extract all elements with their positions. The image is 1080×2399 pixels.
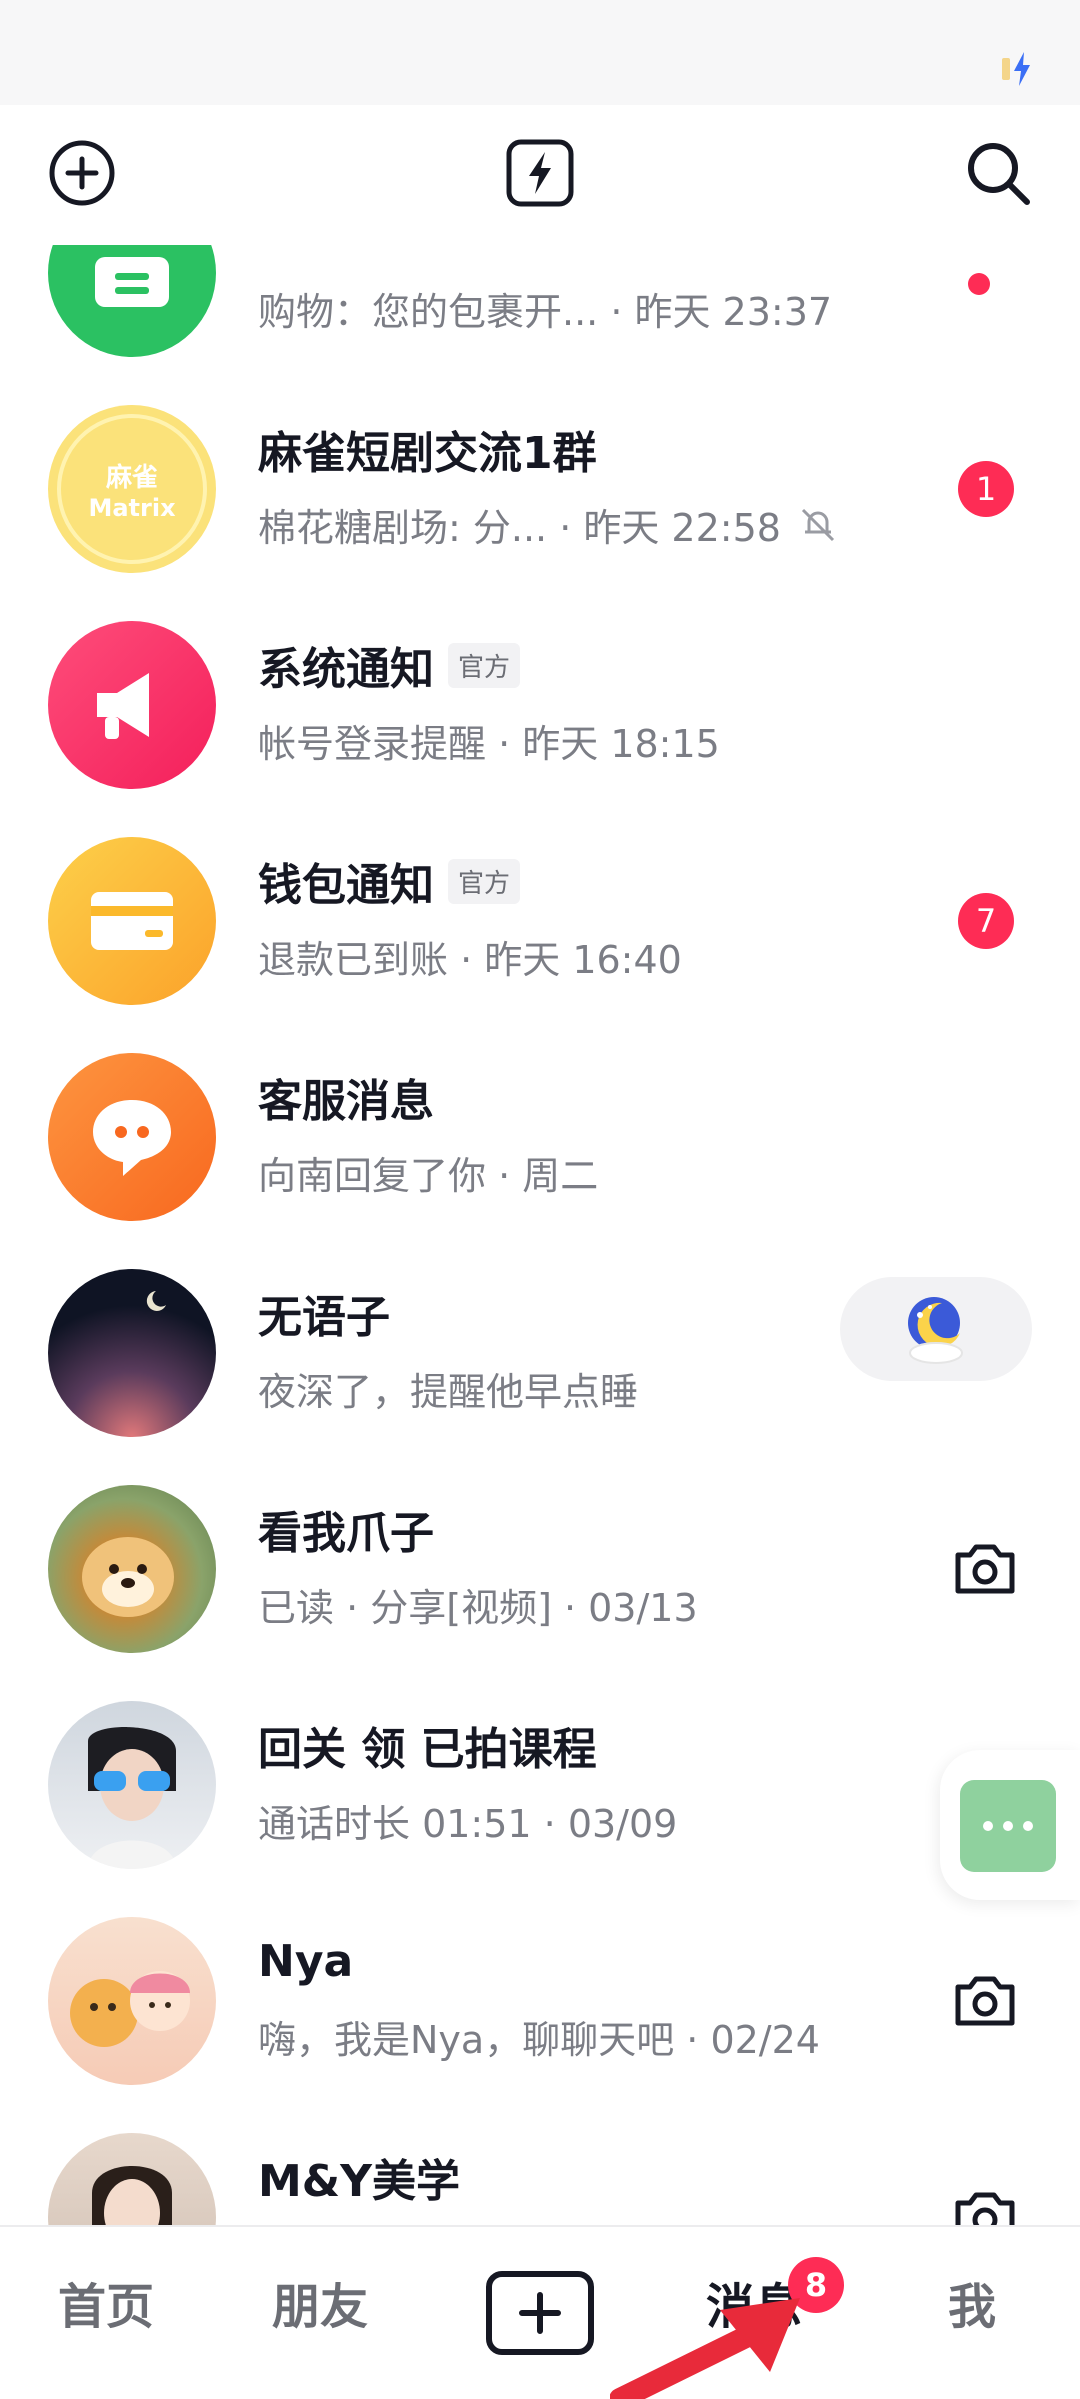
create-button[interactable] — [486, 2271, 594, 2355]
status-bar — [0, 0, 1080, 105]
official-tag: 官方 — [448, 642, 521, 688]
conversation-name: 钱包通知 — [258, 860, 434, 911]
mute-bell-icon — [801, 508, 835, 541]
conversation-preview: 夜深了，提醒他早点睡 — [258, 1370, 639, 1414]
charging-icon — [1014, 52, 1030, 86]
avatar: 麻雀 Matrix — [48, 405, 216, 573]
conversation-name: 无语子 — [258, 1292, 390, 1343]
nav-home[interactable]: 首页 — [58, 2267, 154, 2337]
person-photo-icon — [92, 2166, 172, 2225]
avatar — [48, 1701, 216, 1869]
conversation-name: 回关 领 已拍课程 — [258, 1724, 597, 1775]
dog-photo-icon — [82, 1537, 174, 1617]
search-icon[interactable] — [958, 133, 1038, 213]
plus-icon — [519, 2292, 561, 2334]
package-icon — [95, 257, 169, 307]
camera-icon[interactable] — [950, 2181, 1020, 2225]
top-bar — [0, 105, 1080, 245]
more-dots-icon — [960, 1780, 1056, 1872]
list-item[interactable]: 无语子 夜深了，提醒他早点睡 — [0, 1245, 1080, 1461]
avatar — [48, 621, 216, 789]
unread-dot — [968, 273, 990, 295]
lightning-icon[interactable] — [500, 133, 580, 213]
megaphone-icon — [97, 673, 149, 739]
avatar — [48, 1485, 216, 1653]
list-item[interactable]: 回关 领 已拍课程 通话时长 01:51 · 03/09 — [0, 1677, 1080, 1893]
list-item[interactable]: 客服消息 向南回复了你 · 周二 — [0, 1029, 1080, 1245]
moon-icon — [146, 1291, 166, 1311]
conversation-name: 客服消息 — [258, 1076, 434, 1127]
official-tag: 官方 — [448, 858, 521, 904]
chat-bubble-icon — [93, 1100, 171, 1176]
avatar — [48, 1269, 216, 1437]
sleeping-moon-sticker-icon — [908, 1297, 963, 1364]
avatar-text: 麻雀 — [105, 462, 158, 493]
camera-icon[interactable] — [950, 1533, 1020, 1603]
list-item[interactable]: 看我爪子 已读 · 分享[视频] · 03/13 — [0, 1461, 1080, 1677]
list-item[interactable]: 系统通知 官方 帐号登录提醒 · 昨天 18:15 — [0, 597, 1080, 813]
list-item[interactable]: Nya 嗨，我是Nya，聊聊天吧 · 02/24 — [0, 1893, 1080, 2109]
conversation-preview: 退款已到账 · 昨天 16:40 — [258, 938, 682, 982]
conversation-preview: 帐号登录提醒 · 昨天 18:15 — [258, 722, 720, 766]
conversation-preview: 棉花糖剧场: 分... · 昨天 22:58 — [258, 506, 781, 550]
avatar-text: Matrix — [88, 493, 176, 522]
unread-badge: 7 — [958, 893, 1014, 949]
conversation-preview: 购物：您的包裹开... · 昨天 23:37 — [258, 290, 833, 334]
nav-me[interactable]: 我 — [948, 2267, 996, 2337]
card-icon — [91, 892, 173, 950]
battery-icon — [1002, 58, 1010, 80]
conversation-preview: 已读 · 分享[视频] · 03/13 — [258, 1586, 698, 1630]
conversation-preview: 嗨，我是Nya，聊聊天吧 · 02/24 — [258, 2018, 820, 2062]
cartoon-photo-icon — [70, 1971, 190, 2047]
list-item[interactable]: M&Y美学 — [0, 2109, 1080, 2225]
floating-chat-button[interactable] — [940, 1750, 1080, 1900]
conversation-name: 看我爪子 — [258, 1508, 434, 1559]
avatar — [48, 245, 216, 357]
plus-circle-icon[interactable] — [42, 133, 122, 213]
avatar — [48, 1917, 216, 2085]
sleep-sticker-button[interactable] — [840, 1277, 1032, 1381]
avatar — [48, 2133, 216, 2225]
camera-icon[interactable] — [950, 1965, 1020, 2035]
annotation-arrow-icon — [610, 2298, 800, 2399]
conversation-preview: 通话时长 01:51 · 03/09 — [258, 1802, 678, 1846]
conversation-name: 系统通知 — [258, 644, 434, 695]
avatar — [48, 837, 216, 1005]
nav-friends[interactable]: 朋友 — [272, 2267, 368, 2337]
list-item[interactable]: 购物：您的包裹开... · 昨天 23:37 — [0, 245, 1080, 381]
list-item[interactable]: 麻雀 Matrix 麻雀短剧交流1群 棉花糖剧场: 分... · 昨天 22:5… — [0, 381, 1080, 597]
avatar — [48, 1053, 216, 1221]
person-photo-icon — [88, 1727, 176, 1869]
conversation-name: M&Y美学 — [258, 2156, 461, 2207]
conversation-preview: 向南回复了你 · 周二 — [258, 1154, 599, 1198]
conversation-name: Nya — [258, 1935, 354, 1987]
unread-badge: 1 — [958, 461, 1014, 517]
conversation-list[interactable]: 购物：您的包裹开... · 昨天 23:37 麻雀 Matrix 麻雀短剧交流1… — [0, 245, 1080, 2225]
conversation-name: 麻雀短剧交流1群 — [258, 428, 597, 479]
list-item[interactable]: 钱包通知 官方 退款已到账 · 昨天 16:40 7 — [0, 813, 1080, 1029]
bottom-nav: 首页 朋友 消息 8 我 — [0, 2225, 1080, 2399]
